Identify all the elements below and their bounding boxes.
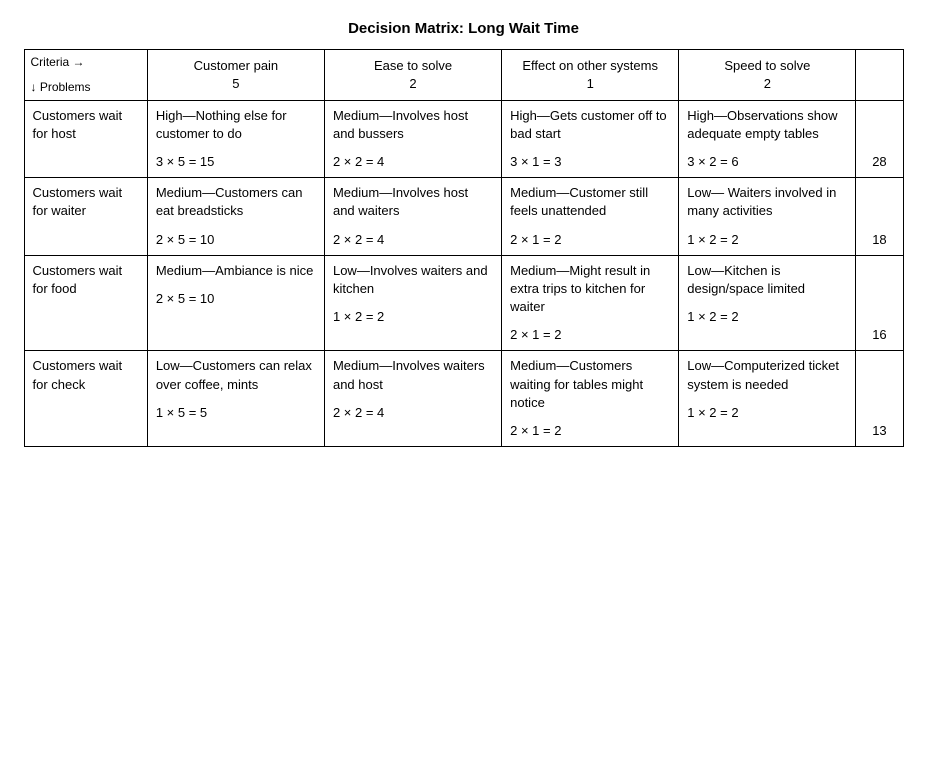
- row-2-total: 16: [856, 255, 903, 351]
- row-1-effect_other-desc: Medium—Customer still feels unattended: [510, 184, 670, 220]
- row-2-speed_to_solve: Low—Kitchen is design/space limited 1 × 2…: [679, 255, 856, 351]
- row-1-ease_to_solve-calc: 2 × 2 = 4: [333, 231, 493, 249]
- row-2-speed_to_solve-calc: 1 × 2 = 2: [687, 308, 847, 326]
- row-1-customer_pain: Medium—Customers can eat breadsticks 2 × …: [147, 178, 324, 256]
- row-0-effect_other-desc: High—Gets customer off to bad start: [510, 107, 670, 143]
- row-1-effect_other-calc: 2 × 1 = 2: [510, 231, 670, 249]
- row-1-customer_pain-calc: 2 × 5 = 10: [156, 231, 316, 249]
- row-3-total: 13: [856, 351, 903, 447]
- row-0-speed_to_solve-desc: High—Observations show adequate empty ta…: [687, 107, 847, 143]
- row-3-customer_pain-calc: 1 × 5 = 5: [156, 404, 316, 422]
- header-ease-to-solve-weight: 2: [333, 75, 493, 93]
- header-ease-to-solve-label: Ease to solve: [333, 57, 493, 75]
- row-0-total: 28: [856, 100, 903, 178]
- header-effect-other: Effect on other systems 1: [502, 50, 679, 101]
- row-3-effect_other-calc: 2 × 1 = 2: [510, 422, 670, 440]
- header-customer-pain: Customer pain 5: [147, 50, 324, 101]
- row-2-customer_pain-calc: 2 × 5 = 10: [156, 290, 316, 308]
- row-1-customer_pain-desc: Medium—Customers can eat breadsticks: [156, 184, 316, 220]
- table-row: Customers wait for hostHigh—Nothing else…: [24, 100, 903, 178]
- row-2-ease_to_solve: Low—Involves waiters and kitchen 1 × 2 = …: [324, 255, 501, 351]
- row-1-effect_other: Medium—Customer still feels unattended 2 …: [502, 178, 679, 256]
- row-3-ease_to_solve: Medium—Involves waiters and host 2 × 2 = …: [324, 351, 501, 447]
- row-0-problem: Customers wait for host: [24, 100, 147, 178]
- row-3-customer_pain: Low—Customers can relax over coffee, min…: [147, 351, 324, 447]
- row-1-speed_to_solve-calc: 1 × 2 = 2: [687, 231, 847, 249]
- header-customer-pain-weight: 5: [156, 75, 316, 93]
- problems-label: ↓ Problems: [31, 79, 141, 96]
- row-3-effect_other-desc: Medium—Customers waiting for tables migh…: [510, 357, 670, 412]
- table-row: Customers wait for foodMedium—Ambiance i…: [24, 255, 903, 351]
- row-2-effect_other: Medium—Might result in extra trips to ki…: [502, 255, 679, 351]
- row-1-speed_to_solve: Low— Waiters involved in many activities…: [679, 178, 856, 256]
- row-0-ease_to_solve: Medium—Involves host and bussers 2 × 2 = …: [324, 100, 501, 178]
- page-title: Decision Matrix: Long Wait Time: [24, 20, 904, 37]
- header-row: Criteria → ↓ Problems Customer pain 5 Ea…: [24, 50, 903, 101]
- row-0-effect_other-calc: 3 × 1 = 3: [510, 153, 670, 171]
- table-row: Customers wait for checkLow—Customers ca…: [24, 351, 903, 447]
- row-2-ease_to_solve-desc: Low—Involves waiters and kitchen: [333, 262, 493, 298]
- row-1-problem: Customers wait for waiter: [24, 178, 147, 256]
- row-2-ease_to_solve-calc: 1 × 2 = 2: [333, 308, 493, 326]
- row-2-customer_pain-desc: Medium—Ambiance is nice: [156, 262, 316, 280]
- row-1-speed_to_solve-desc: Low— Waiters involved in many activities: [687, 184, 847, 220]
- row-0-speed_to_solve: High—Observations show adequate empty ta…: [679, 100, 856, 178]
- decision-matrix: Criteria → ↓ Problems Customer pain 5 Ea…: [24, 49, 904, 447]
- header-effect-other-weight: 1: [510, 75, 670, 93]
- row-0-speed_to_solve-calc: 3 × 2 = 6: [687, 153, 847, 171]
- row-3-customer_pain-desc: Low—Customers can relax over coffee, min…: [156, 357, 316, 393]
- row-1-ease_to_solve: Medium—Involves host and waiters 2 × 2 = …: [324, 178, 501, 256]
- row-3-problem: Customers wait for check: [24, 351, 147, 447]
- row-3-effect_other: Medium—Customers waiting for tables migh…: [502, 351, 679, 447]
- row-1-ease_to_solve-desc: Medium—Involves host and waiters: [333, 184, 493, 220]
- row-3-speed_to_solve-calc: 1 × 2 = 2: [687, 404, 847, 422]
- row-0-customer_pain-desc: High—Nothing else for customer to do: [156, 107, 316, 143]
- header-effect-other-label: Effect on other systems: [510, 57, 670, 75]
- row-3-ease_to_solve-calc: 2 × 2 = 4: [333, 404, 493, 422]
- criteria-label: Criteria →: [31, 54, 141, 71]
- row-1-total: 18: [856, 178, 903, 256]
- row-2-problem: Customers wait for food: [24, 255, 147, 351]
- header-customer-pain-label: Customer pain: [156, 57, 316, 75]
- header-ease-to-solve: Ease to solve 2: [324, 50, 501, 101]
- matrix-container: Criteria → ↓ Problems Customer pain 5 Ea…: [24, 49, 904, 447]
- header-speed-to-solve-weight: 2: [687, 75, 847, 93]
- header-speed-to-solve: Speed to solve 2: [679, 50, 856, 101]
- row-0-ease_to_solve-desc: Medium—Involves host and bussers: [333, 107, 493, 143]
- row-2-effect_other-desc: Medium—Might result in extra trips to ki…: [510, 262, 670, 317]
- row-2-customer_pain: Medium—Ambiance is nice 2 × 5 = 10: [147, 255, 324, 351]
- row-0-ease_to_solve-calc: 2 × 2 = 4: [333, 153, 493, 171]
- table-row: Customers wait for waiterMedium—Customer…: [24, 178, 903, 256]
- row-3-ease_to_solve-desc: Medium—Involves waiters and host: [333, 357, 493, 393]
- criteria-problems-cell: Criteria → ↓ Problems: [24, 50, 147, 101]
- header-total: [856, 50, 903, 101]
- page-wrapper: Decision Matrix: Long Wait Time Criteria…: [24, 20, 904, 447]
- row-0-customer_pain: High—Nothing else for customer to do 3 × …: [147, 100, 324, 178]
- row-3-speed_to_solve-desc: Low—Computerized ticket system is needed: [687, 357, 847, 393]
- row-2-effect_other-calc: 2 × 1 = 2: [510, 326, 670, 344]
- row-2-speed_to_solve-desc: Low—Kitchen is design/space limited: [687, 262, 847, 298]
- header-speed-to-solve-label: Speed to solve: [687, 57, 847, 75]
- row-0-customer_pain-calc: 3 × 5 = 15: [156, 153, 316, 171]
- row-3-speed_to_solve: Low—Computerized ticket system is needed…: [679, 351, 856, 447]
- row-0-effect_other: High—Gets customer off to bad start 3 × 1…: [502, 100, 679, 178]
